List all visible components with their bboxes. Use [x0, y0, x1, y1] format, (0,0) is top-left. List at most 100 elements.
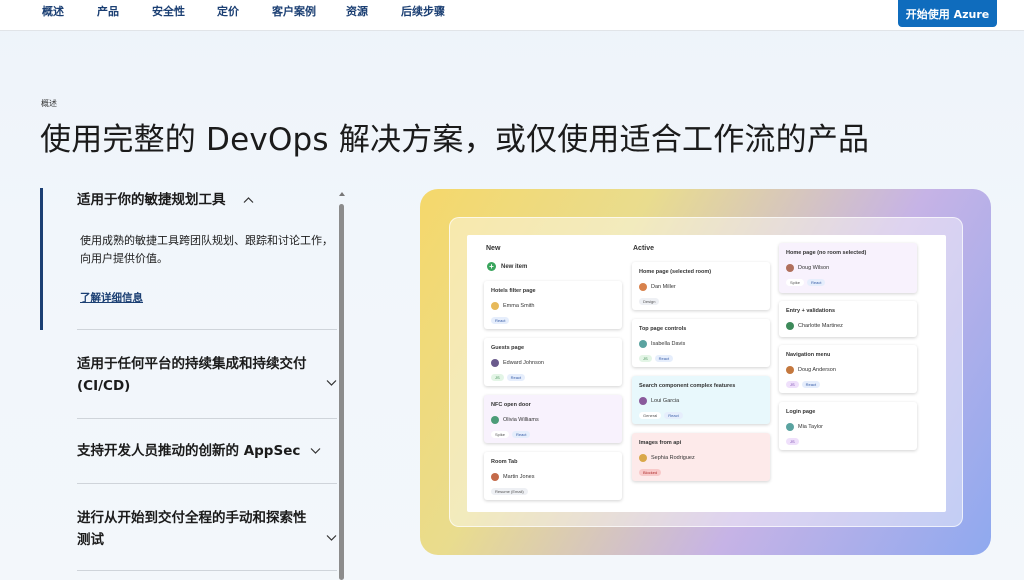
card-title: Home page (selected room): [639, 269, 712, 275]
nav-item-security[interactable]: 安全性: [152, 3, 185, 19]
card-title: Images from api: [639, 440, 682, 446]
avatar: [639, 340, 647, 348]
card-assignee: Martin Jones: [491, 473, 535, 481]
chevron-down-icon[interactable]: [310, 447, 321, 455]
assignee-name: Loui Garcia: [651, 398, 680, 404]
assignee-name: Olivia Williams: [503, 417, 539, 423]
tag: React: [664, 412, 683, 419]
tag: Blocked: [639, 469, 662, 476]
tag: JS: [786, 381, 799, 388]
card-title: Guests page: [491, 345, 525, 351]
board-card: Top page controls Isabella Davis JS React: [632, 319, 770, 367]
card-title: Search component complex features: [639, 383, 736, 389]
page-title: 使用完整的 DevOps 解决方案，或仅使用适合工作流的产品: [40, 122, 870, 158]
tag: General: [639, 412, 662, 419]
avatar: [639, 283, 647, 291]
card-title: Navigation menu: [786, 352, 831, 358]
chevron-down-icon[interactable]: [326, 379, 337, 387]
board-card: NFC open door Olivia Williams Spike React: [484, 395, 622, 443]
kanban-board-illustration: New Active + New item Hotels filter page…: [467, 235, 946, 512]
board-card: Images from api Sephia Rodriguez Blocked: [632, 433, 770, 481]
nav-item-overview[interactable]: 概述: [42, 3, 64, 19]
board-card: Hotels filter page Emma Smith React: [484, 281, 622, 329]
assignee-name: Doug Anderson: [798, 367, 836, 373]
card-assignee: Olivia Williams: [491, 416, 539, 424]
avatar: [491, 416, 499, 424]
avatar: [786, 264, 794, 272]
card-assignee: Mia Taylor: [786, 423, 823, 431]
section-eyebrow: 概述: [41, 99, 57, 108]
card-title: Login page: [786, 409, 816, 415]
tag: React: [512, 431, 531, 438]
avatar: [491, 359, 499, 367]
tag: Design: [639, 298, 660, 305]
divider: [77, 570, 337, 571]
nav-item-resources[interactable]: 资源: [346, 3, 368, 19]
tag: React: [801, 381, 821, 388]
learn-more-link[interactable]: 了解详细信息: [80, 290, 143, 305]
tag: JS: [639, 355, 652, 362]
accordion-scrollbar[interactable]: [338, 192, 346, 580]
chevron-down-icon[interactable]: [326, 534, 337, 542]
new-item-button: + New item: [487, 262, 527, 271]
card-assignee: Emma Smith: [491, 302, 534, 310]
card-title: Room Tab: [491, 459, 518, 465]
accordion-item-description: 使用成熟的敏捷工具跨团队规划、跟踪和讨论工作，向用户提供价值。: [80, 234, 333, 265]
scroll-up-arrow-icon[interactable]: [339, 192, 345, 196]
card-assignee: Edward Johnson: [491, 359, 544, 367]
nav-item-customer-stories[interactable]: 客户案例: [272, 3, 316, 19]
avatar: [639, 397, 647, 405]
avatar: [639, 454, 647, 462]
plus-icon: +: [487, 262, 496, 271]
card-assignee: Sephia Rodriguez: [639, 454, 695, 462]
nav-item-next-steps[interactable]: 后续步骤: [401, 3, 445, 19]
tag: React: [807, 279, 826, 286]
card-title: Hotels filter page: [491, 288, 536, 294]
divider: [77, 418, 337, 419]
assignee-name: Charlotte Martinez: [798, 323, 843, 329]
board-card: Navigation menu Doug Anderson JS React: [779, 345, 917, 393]
new-item-label: New item: [501, 263, 528, 270]
assignee-name: Dan Miller: [651, 284, 676, 290]
chevron-up-icon[interactable]: [243, 196, 254, 204]
tag: Resume (Email): [491, 488, 528, 495]
avatar: [491, 473, 499, 481]
avatar: [786, 366, 794, 374]
get-started-azure-button[interactable]: 开始使用 Azure: [898, 0, 997, 27]
assignee-name: Isabella Davis: [651, 341, 686, 347]
assignee-name: Edward Johnson: [503, 360, 544, 366]
board-card: Room Tab Martin Jones Resume (Email): [484, 452, 622, 500]
board-card: Home page (no room selected) Doug Wilson…: [779, 243, 917, 293]
accordion-item-appsec[interactable]: 支持开发人员推动的创新的 AppSec: [77, 440, 300, 462]
accordion-item-testing[interactable]: 进行从开始到交付全程的手动和探索性测试: [77, 507, 317, 551]
card-assignee: Charlotte Martinez: [786, 322, 843, 330]
card-assignee: Loui Garcia: [639, 397, 679, 405]
divider: [77, 483, 337, 484]
card-title: Top page controls: [639, 326, 687, 332]
avatar: [786, 423, 794, 431]
column-title-new: New: [486, 245, 501, 252]
avatar: [786, 322, 794, 330]
assignee-name: Martin Jones: [503, 474, 535, 480]
scrollbar-thumb[interactable]: [339, 204, 344, 580]
board-card: Guests page Edward Johnson JS React: [484, 338, 622, 386]
board-card: Entry + validations Charlotte Martinez: [779, 301, 917, 337]
accordion-item-ci-cd[interactable]: 适用于任何平台的持续集成和持续交付 (CI/CD): [77, 353, 317, 397]
tag: JS: [491, 374, 504, 381]
tag: React: [491, 317, 510, 324]
tag: JS: [786, 438, 799, 445]
card-assignee: Isabella Davis: [639, 340, 685, 348]
card-title: NFC open door: [491, 402, 531, 408]
tag: React: [654, 355, 674, 362]
column-title-active: Active: [633, 245, 655, 252]
top-navigation: 概述 产品 安全性 定价 客户案例 资源 后续步骤 开始使用 Azure: [0, 0, 1024, 31]
accordion-item-title[interactable]: 适用于你的敏捷规划工具: [77, 189, 226, 211]
board-card: Login page Mia Taylor JS: [779, 402, 917, 450]
tag: Spike: [491, 431, 510, 438]
avatar: [491, 302, 499, 310]
nav-item-pricing[interactable]: 定价: [217, 3, 239, 19]
assignee-name: Doug Wilson: [798, 265, 830, 271]
assignee-name: Mia Taylor: [798, 424, 823, 430]
nav-item-products[interactable]: 产品: [97, 3, 119, 19]
card-title: Home page (no room selected): [786, 250, 867, 256]
